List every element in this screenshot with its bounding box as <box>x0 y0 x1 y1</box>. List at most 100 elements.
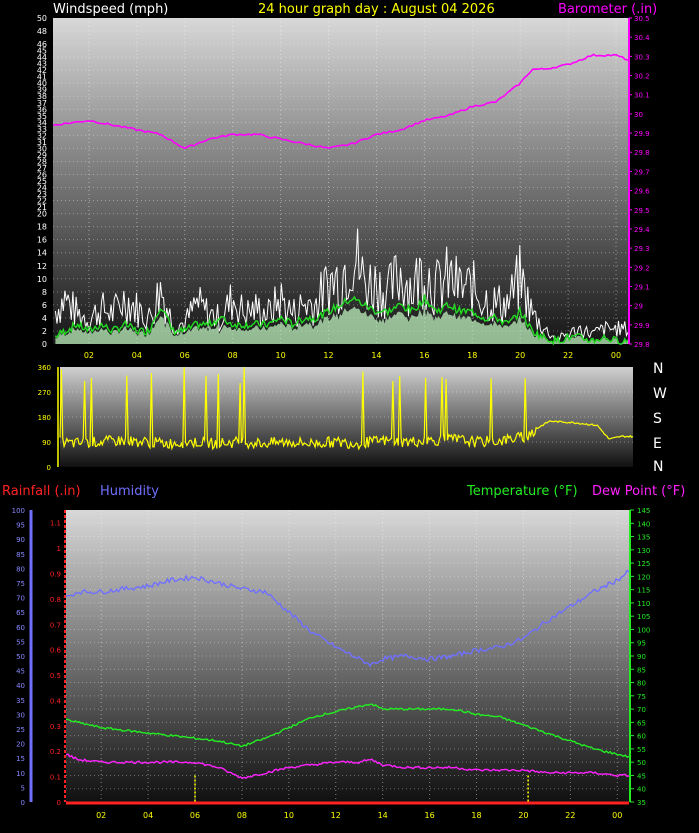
dewpoint-axis-title: Dew Point (°F) <box>592 484 685 499</box>
rainfall-tick-label: 0.6 <box>50 647 62 655</box>
barometer-tick-label: 29.5 <box>634 207 650 215</box>
weather-graphs: Windspeed (mph) 24 hour graph day : Augu… <box>2 2 685 820</box>
x-tick-label: 00 <box>612 811 622 820</box>
temperature-tick-label: 90 <box>637 653 646 661</box>
humidity-tick-label: 95 <box>16 522 25 530</box>
x-tick-label: 06 <box>190 811 200 820</box>
temperature-tick-label: 85 <box>637 666 646 674</box>
temperature-tick-label: 145 <box>637 507 650 515</box>
temperature-tick-label: 75 <box>637 693 646 701</box>
temperature-tick-label: 65 <box>637 719 646 727</box>
windspeed-tick-label: 18 <box>37 223 47 232</box>
humidity-tick-label: 70 <box>16 595 25 603</box>
barometer-tick-label: 29.7 <box>634 168 650 176</box>
barometer-tick-label: 29.9 <box>634 322 650 330</box>
windspeed-tick-label: 4 <box>42 314 47 323</box>
rainfall-tick-label: 0.7 <box>50 621 61 629</box>
windspeed-tick-label: 48 <box>37 27 47 36</box>
barometer-tick-label: 29.8 <box>634 341 650 349</box>
x-tick-label: 10 <box>284 811 294 820</box>
direction-tick-label: 360 <box>38 364 51 372</box>
temperature-tick-label: 105 <box>637 613 650 621</box>
direction-tick-label: 180 <box>38 414 51 422</box>
direction-axis: 0 90 180 270 360 <box>38 364 59 472</box>
humidity-tick-label: 5 <box>21 784 25 792</box>
compass-label-n-top: N <box>653 361 663 377</box>
humidity-tick-label: 15 <box>16 755 25 763</box>
direction-tick-label: 270 <box>38 389 51 397</box>
barometer-tick-label: 29.6 <box>634 188 650 196</box>
rainfall-tick-label: 0.2 <box>50 748 61 756</box>
barometer-tick-label: 29.4 <box>634 226 650 234</box>
compass-label-n-bottom: N <box>653 459 663 475</box>
humidity-tick-label: 90 <box>16 536 25 544</box>
barometer-tick-label: 29 <box>634 303 643 311</box>
humidity-tick-label: 65 <box>16 609 25 617</box>
temperature-tick-label: 120 <box>637 573 650 581</box>
temperature-tick-label: 110 <box>637 600 650 608</box>
x-tick-label: 22 <box>563 351 573 360</box>
humidity-tick-label: 35 <box>16 697 25 705</box>
windspeed-tick-label: 0 <box>42 340 47 349</box>
windspeed-tick-label: 50 <box>37 14 47 23</box>
rainfall-tick-label: 0.4 <box>50 697 62 705</box>
windspeed-tick-label: 46 <box>37 40 47 49</box>
wind-baro-plot-area <box>53 18 628 344</box>
rainfall-tick-label: 0 <box>57 799 61 807</box>
x-tick-label: 02 <box>96 811 106 820</box>
temperature-tick-label: 60 <box>637 733 646 741</box>
temperature-tick-label: 40 <box>637 786 646 794</box>
humidity-tick-label: 0 <box>21 799 25 807</box>
humidity-tick-label: 30 <box>16 711 25 719</box>
humidity-tick-label: 20 <box>16 741 25 749</box>
rainfall-tick-label: 0.1 <box>50 774 61 782</box>
direction-plot-area <box>60 367 633 467</box>
x-tick-label: 18 <box>471 811 481 820</box>
humidity-tick-label: 10 <box>16 770 25 778</box>
x-tick-label: 12 <box>331 811 341 820</box>
temperature-tick-label: 50 <box>637 759 646 767</box>
humidity-tick-label: 50 <box>16 653 25 661</box>
humidity-tick-label: 80 <box>16 565 25 573</box>
x-tick-label: 04 <box>132 351 142 360</box>
barometer-tick-label: 29.2 <box>634 264 650 272</box>
x-tick-label: 16 <box>425 811 435 820</box>
barometer-tick-label: 30.4 <box>634 34 650 42</box>
humidity-tick-label: 60 <box>16 624 25 632</box>
rainfall-tick-label: 0.5 <box>50 672 61 680</box>
temperature-tick-label: 70 <box>637 706 646 714</box>
temperature-tick-label: 95 <box>637 640 646 648</box>
temperature-tick-label: 115 <box>637 587 650 595</box>
barometer-tick-label: 29.8 <box>634 149 650 157</box>
windspeed-axis-title: Windspeed (mph) <box>53 2 168 17</box>
direction-tick-label: 90 <box>42 439 51 447</box>
temperature-tick-label: 135 <box>637 534 650 542</box>
temperature-tick-label: 140 <box>637 520 650 528</box>
chart-title: 24 hour graph day : August 04 2026 <box>258 2 495 17</box>
humidity-tick-label: 40 <box>16 682 25 690</box>
barometer-tick-label: 29.3 <box>634 245 650 253</box>
temperature-tick-label: 130 <box>637 547 650 555</box>
humidity-tick-label: 55 <box>16 638 25 646</box>
x-tick-label: 22 <box>565 811 575 820</box>
windspeed-tick-label: 12 <box>37 262 47 271</box>
barometer-tick-label: 29.9 <box>634 130 650 138</box>
temperature-tick-label: 45 <box>637 772 646 780</box>
compass-label-e: E <box>653 436 662 452</box>
rainfall-tick-label: 1 <box>57 545 61 553</box>
temperature-tick-label: 125 <box>637 560 650 568</box>
x-tick-label: 08 <box>228 351 238 360</box>
temperature-tick-label: 55 <box>637 746 646 754</box>
x-tick-label: 10 <box>276 351 286 360</box>
barometer-tick-label: 29.1 <box>634 283 650 291</box>
x-tick-label: 14 <box>378 811 388 820</box>
windspeed-tick-label: 14 <box>37 249 47 258</box>
temperature-tick-label: 35 <box>637 799 646 807</box>
barometer-tick-label: 30 <box>634 111 643 119</box>
x-tick-label: 18 <box>467 351 477 360</box>
humidity-tick-label: 45 <box>16 668 25 676</box>
windspeed-tick-label: 10 <box>37 275 47 284</box>
x-tick-label: 00 <box>611 351 621 360</box>
barometer-tick-label: 30.5 <box>634 15 650 23</box>
humidity-axis-title: Humidity <box>100 484 159 499</box>
